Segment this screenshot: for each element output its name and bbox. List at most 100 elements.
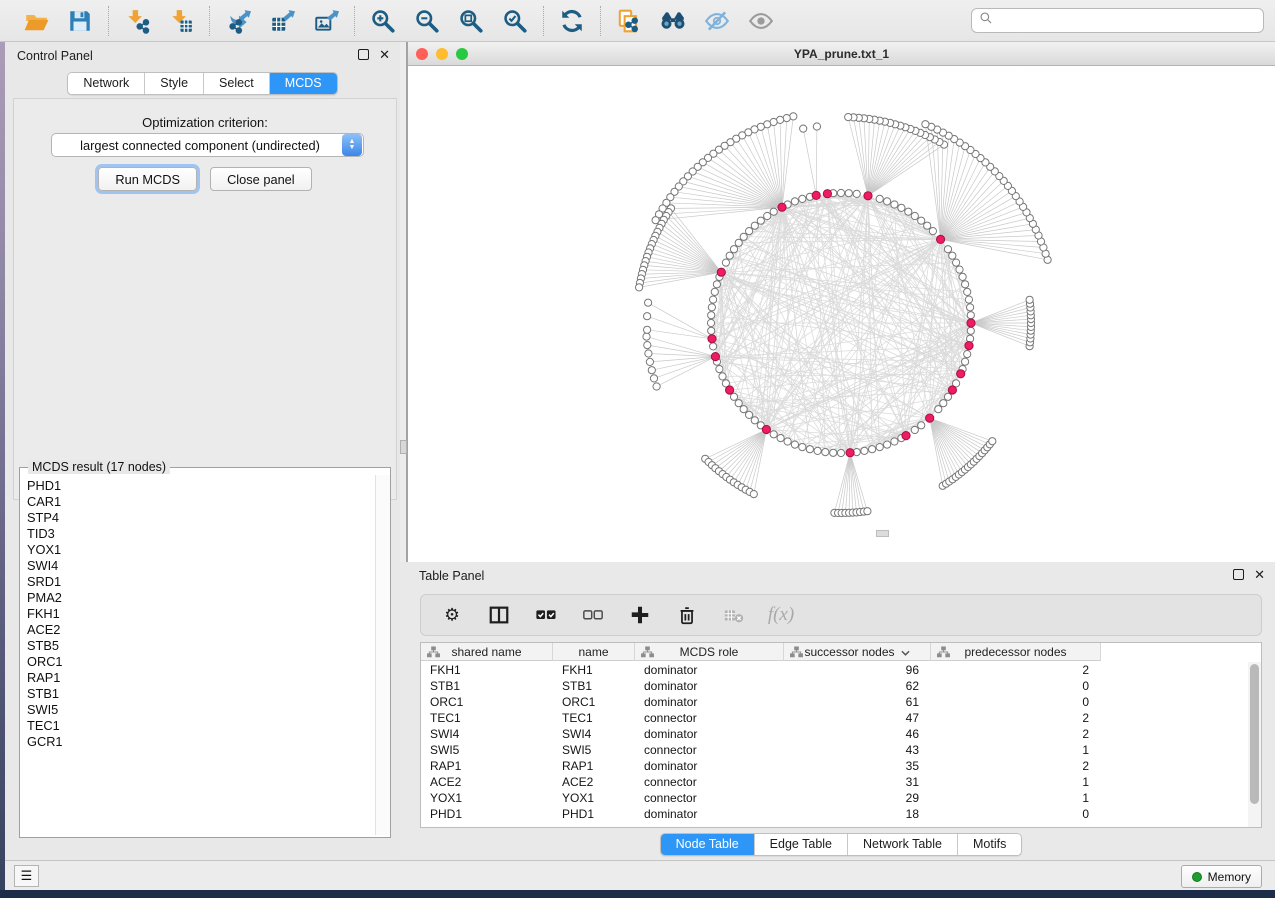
tab-network[interactable]: Network bbox=[68, 73, 145, 94]
tab-network-table[interactable]: Network Table bbox=[848, 834, 958, 855]
run-mcds-button[interactable]: Run MCDS bbox=[98, 167, 197, 191]
mcds-result-item[interactable]: TID3 bbox=[27, 526, 375, 542]
table-row[interactable]: SWI4SWI4dominator462 bbox=[421, 726, 1101, 742]
zoom-window-icon[interactable] bbox=[456, 48, 468, 60]
column-header-MCDS-role[interactable]: MCDS role bbox=[635, 643, 784, 661]
control-panel-title: Control Panel bbox=[5, 49, 93, 63]
mcds-result-item[interactable]: CAR1 bbox=[27, 494, 375, 510]
unselect-all-columns-icon[interactable] bbox=[580, 602, 606, 628]
table-row[interactable]: PHD1PHD1dominator180 bbox=[421, 806, 1101, 822]
column-header-shared-name[interactable]: shared name bbox=[421, 643, 553, 661]
table-options-icon[interactable]: ⚙ bbox=[439, 602, 465, 628]
column-label: shared name bbox=[451, 645, 521, 659]
table-row[interactable]: STB1STB1dominator620 bbox=[421, 678, 1101, 694]
table-scrollbar[interactable] bbox=[1248, 662, 1261, 828]
column-header-predecessor-nodes[interactable]: predecessor nodes bbox=[931, 643, 1101, 661]
mcds-result-item[interactable]: YOX1 bbox=[27, 542, 375, 558]
mcds-list-scrollbar[interactable] bbox=[375, 475, 390, 835]
mcds-result-item[interactable]: ACE2 bbox=[27, 622, 375, 638]
table-row[interactable]: FKH1FKH1dominator962 bbox=[421, 662, 1101, 678]
dropdown-stepper-icon: ▲▼ bbox=[342, 134, 362, 156]
close-table-panel-icon[interactable]: ✕ bbox=[1254, 569, 1265, 580]
close-panel-button[interactable]: Close panel bbox=[210, 167, 312, 191]
float-panel-icon[interactable] bbox=[358, 49, 369, 60]
network-window-titlebar[interactable]: YPA_prune.txt_1 bbox=[408, 42, 1275, 66]
mcds-result-item[interactable]: TEC1 bbox=[27, 718, 375, 734]
memory-button[interactable]: Memory bbox=[1181, 865, 1262, 888]
mcds-tab-content: Optimization criterion: largest connecte… bbox=[13, 98, 397, 500]
import-table-file-icon[interactable] bbox=[167, 7, 195, 35]
import-network-file-icon[interactable] bbox=[123, 7, 151, 35]
float-table-panel-icon[interactable] bbox=[1233, 569, 1244, 580]
tab-motifs[interactable]: Motifs bbox=[958, 834, 1021, 855]
zoom-fit-icon[interactable] bbox=[457, 7, 485, 35]
table-row[interactable]: ACE2ACE2connector311 bbox=[421, 774, 1101, 790]
vertical-splitter[interactable] bbox=[400, 42, 407, 562]
mcds-result-item[interactable]: ORC1 bbox=[27, 654, 375, 670]
column-label: MCDS role bbox=[680, 645, 739, 659]
column-namespace-icon bbox=[641, 646, 654, 661]
mcds-result-item[interactable]: PHD1 bbox=[27, 478, 375, 494]
cell-name: SWI5 bbox=[553, 742, 635, 758]
table-row[interactable]: YOX1YOX1connector291 bbox=[421, 790, 1101, 806]
cell-shared-name: YOX1 bbox=[421, 790, 553, 806]
task-history-button[interactable]: ☰ bbox=[14, 865, 39, 887]
horizontal-splitter-grip[interactable] bbox=[876, 530, 889, 537]
add-column-icon[interactable] bbox=[627, 602, 653, 628]
tab-edge-table[interactable]: Edge Table bbox=[755, 834, 848, 855]
tab-style[interactable]: Style bbox=[145, 73, 204, 94]
mcds-result-item[interactable]: RAP1 bbox=[27, 670, 375, 686]
close-window-icon[interactable] bbox=[416, 48, 428, 60]
close-panel-icon[interactable]: ✕ bbox=[379, 49, 390, 60]
show-columns-icon[interactable] bbox=[486, 602, 512, 628]
mcds-result-item[interactable]: STP4 bbox=[27, 510, 375, 526]
show-all-icon[interactable] bbox=[747, 7, 775, 35]
export-image-icon[interactable] bbox=[312, 7, 340, 35]
mcds-result-item[interactable]: SRD1 bbox=[27, 574, 375, 590]
open-file-icon[interactable] bbox=[22, 7, 50, 35]
minimize-window-icon[interactable] bbox=[436, 48, 448, 60]
column-header-successor-nodes[interactable]: successor nodes bbox=[784, 643, 931, 661]
toolbar-group bbox=[210, 7, 354, 35]
tab-mcds[interactable]: MCDS bbox=[270, 73, 337, 94]
main-toolbar bbox=[0, 0, 1275, 42]
export-table-icon[interactable] bbox=[268, 7, 296, 35]
mcds-result-item[interactable]: PMA2 bbox=[27, 590, 375, 606]
network-graph[interactable] bbox=[408, 66, 1274, 561]
copy-network-icon[interactable] bbox=[615, 7, 643, 35]
export-network-icon[interactable] bbox=[224, 7, 252, 35]
tab-node-table[interactable]: Node Table bbox=[661, 834, 755, 855]
zoom-out-icon[interactable] bbox=[413, 7, 441, 35]
mcds-result-item[interactable]: STB1 bbox=[27, 686, 375, 702]
table-row[interactable]: ORC1ORC1dominator610 bbox=[421, 694, 1101, 710]
table-row[interactable]: RAP1RAP1dominator352 bbox=[421, 758, 1101, 774]
search-neighbors-icon[interactable] bbox=[659, 7, 687, 35]
zoom-in-icon[interactable] bbox=[369, 7, 397, 35]
tab-select[interactable]: Select bbox=[204, 73, 270, 94]
mcds-result-item[interactable]: GCR1 bbox=[27, 734, 375, 750]
table-scrollbar-thumb[interactable] bbox=[1250, 664, 1259, 804]
delete-columns-icon[interactable] bbox=[674, 602, 700, 628]
mcds-result-item[interactable]: SWI4 bbox=[27, 558, 375, 574]
zoom-selected-icon[interactable] bbox=[501, 7, 529, 35]
column-header-name[interactable]: name bbox=[553, 643, 635, 661]
table-row[interactable]: TEC1TEC1connector472 bbox=[421, 710, 1101, 726]
mcds-result-item[interactable]: SWI5 bbox=[27, 702, 375, 718]
mcds-result-item[interactable]: FKH1 bbox=[27, 606, 375, 622]
refresh-view-icon[interactable] bbox=[558, 7, 586, 35]
select-all-columns-icon[interactable] bbox=[533, 602, 559, 628]
search-box[interactable] bbox=[971, 8, 1264, 33]
search-input[interactable] bbox=[998, 11, 1263, 31]
cell-shared-name: SWI5 bbox=[421, 742, 553, 758]
toolbar-group bbox=[355, 7, 543, 35]
column-label: name bbox=[578, 645, 608, 659]
table-row[interactable]: SWI5SWI5connector431 bbox=[421, 742, 1101, 758]
hide-selected-icon[interactable] bbox=[703, 7, 731, 35]
mcds-result-item[interactable]: STB5 bbox=[27, 638, 375, 654]
save-session-icon[interactable] bbox=[66, 7, 94, 35]
cell-shared-name: FKH1 bbox=[421, 662, 553, 678]
splitter-grip[interactable] bbox=[400, 440, 407, 454]
network-canvas[interactable] bbox=[408, 66, 1274, 561]
cell-successor-nodes: 18 bbox=[784, 806, 931, 822]
criterion-dropdown[interactable]: largest connected component (undirected)… bbox=[51, 133, 364, 157]
